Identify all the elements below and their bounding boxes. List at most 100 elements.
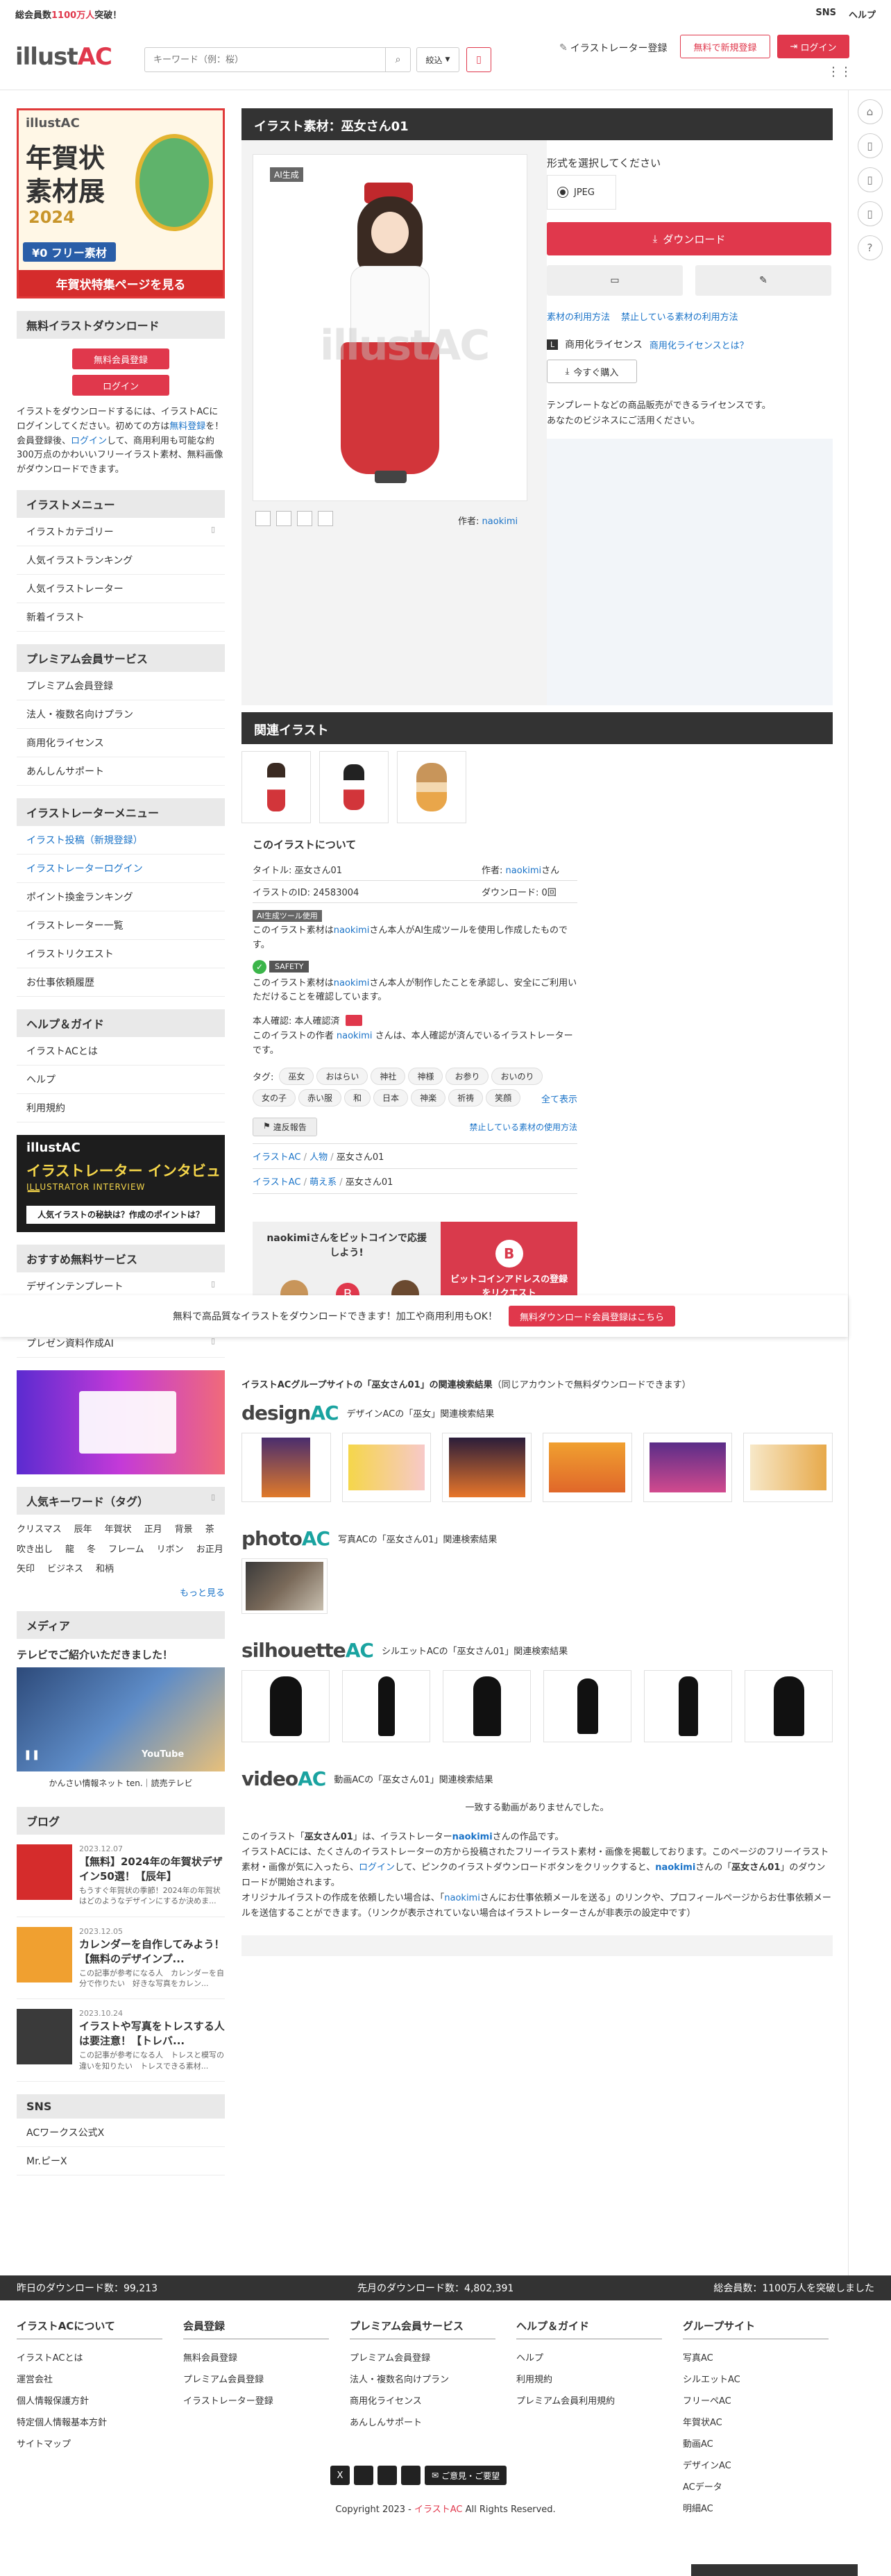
- youtube-icon[interactable]: YouTube: [142, 1749, 184, 1760]
- footer-link[interactable]: 利用規約: [516, 2368, 662, 2389]
- related-item[interactable]: [397, 751, 466, 823]
- edit-button[interactable]: ✎: [695, 265, 831, 296]
- sidebar-login-button[interactable]: ログイン: [72, 375, 169, 396]
- footer-link[interactable]: イラストACとは: [17, 2346, 162, 2368]
- promo-register-button[interactable]: 無料ダウンロード会員登録はこちら: [508, 1306, 675, 1327]
- tag-chip[interactable]: 女の子: [253, 1088, 296, 1106]
- silhouette-ac-logo[interactable]: silhouetteAC: [241, 1639, 374, 1662]
- footer-link[interactable]: 商用化ライセンス: [350, 2389, 495, 2411]
- sidebar-menu-item[interactable]: 新着イラスト: [17, 603, 225, 632]
- blog-item[interactable]: 2023.12.05 カレンダーを自作してみよう！【無料のデザインプ... この記事…: [17, 1917, 225, 2000]
- tag-chip[interactable]: 日本: [373, 1088, 409, 1106]
- footer-link[interactable]: ヘルプ: [516, 2346, 662, 2368]
- description-login-link[interactable]: ログイン: [359, 1862, 395, 1873]
- search-input[interactable]: [145, 48, 385, 71]
- instagram-icon[interactable]: [377, 2466, 397, 2485]
- silhouette-result[interactable]: [342, 1669, 430, 1742]
- format-jpeg-radio[interactable]: JPEG: [547, 175, 616, 210]
- interview-banner[interactable]: illustAC イラストレーター インタビュー ILLUSTRATOR INT…: [17, 1134, 225, 1232]
- footer-link[interactable]: シルエットAC: [683, 2368, 829, 2389]
- sidebar-creator-item[interactable]: イラスト投稿（新規登録）: [17, 826, 225, 855]
- related-item[interactable]: [319, 751, 389, 823]
- silhouette-result[interactable]: [443, 1669, 531, 1742]
- keyword-link[interactable]: クリスマス: [17, 1520, 62, 1540]
- design-result[interactable]: [241, 1432, 331, 1502]
- tag-chip[interactable]: 神楽: [411, 1088, 446, 1106]
- tag-chip[interactable]: お参り: [446, 1067, 489, 1085]
- footer-link[interactable]: 運営会社: [17, 2368, 162, 2389]
- sidebar-menu-item[interactable]: 人気イラストランキング: [17, 546, 225, 575]
- silhouette-result[interactable]: [241, 1669, 330, 1742]
- design-ac-logo[interactable]: designAC: [241, 1401, 339, 1424]
- login-button[interactable]: ⇥ ログイン: [777, 35, 849, 58]
- tag-chip[interactable]: 巫女: [279, 1067, 314, 1085]
- video-ac-logo[interactable]: videoAC: [241, 1767, 326, 1790]
- design-result[interactable]: [543, 1432, 632, 1502]
- tag-chip[interactable]: 神様: [408, 1067, 443, 1085]
- facebook-icon[interactable]: [354, 2466, 373, 2485]
- keyword-link[interactable]: 和柄: [96, 1560, 114, 1580]
- media-video-thumbnail[interactable]: ❚❚ YouTube: [17, 1667, 225, 1771]
- keyword-link[interactable]: フレーム: [108, 1540, 144, 1560]
- login-link[interactable]: ログイン: [71, 436, 107, 446]
- sidebar-sns-item[interactable]: Mr.ピーX: [17, 2147, 225, 2176]
- tag-chip[interactable]: 赤い服: [298, 1088, 342, 1106]
- design-result[interactable]: [643, 1432, 733, 1502]
- breadcrumb-link[interactable]: 人物: [309, 1152, 328, 1163]
- author-link[interactable]: naokimi: [482, 516, 518, 527]
- tag-chip[interactable]: 祈祷: [448, 1088, 484, 1106]
- tag-chip[interactable]: おいのり: [491, 1067, 543, 1085]
- footer-link[interactable]: あんしんサポート: [350, 2411, 495, 2432]
- footer-link[interactable]: 法人・複数名向けプラン: [350, 2368, 495, 2389]
- keyword-link[interactable]: 冬: [87, 1540, 96, 1560]
- report-button[interactable]: ⚑ 違反報告: [253, 1117, 317, 1136]
- free-register-link[interactable]: 無料登録: [169, 421, 205, 432]
- footer-link[interactable]: デザインAC: [683, 2454, 829, 2475]
- share-x-icon[interactable]: [255, 511, 271, 526]
- prohibited-usage-link-2[interactable]: 禁止している素材の使用方法: [469, 1121, 577, 1133]
- blog-item[interactable]: 2023.10.24 イラストや写真をトレスする人は要注意！【トレバ... この記事…: [17, 1999, 225, 2082]
- footer-link[interactable]: プレミアム会員登録: [183, 2368, 329, 2389]
- keyword-link[interactable]: ビジネス: [47, 1560, 83, 1580]
- tag-chip[interactable]: 神社: [371, 1067, 406, 1085]
- footer-link[interactable]: フリーペAC: [683, 2389, 829, 2411]
- design-result[interactable]: [341, 1432, 432, 1502]
- silhouette-result[interactable]: [745, 1669, 833, 1742]
- keyword-link[interactable]: 矢印: [17, 1560, 35, 1580]
- footer-link[interactable]: 年賀状AC: [683, 2411, 829, 2432]
- silhouette-result[interactable]: [543, 1669, 631, 1742]
- keyword-link[interactable]: 年賀状: [105, 1520, 132, 1540]
- breadcrumb-link[interactable]: イラストAC: [253, 1152, 300, 1163]
- sns-menu[interactable]: SNS: [815, 8, 836, 21]
- keyword-link[interactable]: 正月: [144, 1520, 162, 1540]
- footer-link[interactable]: サイトマップ: [17, 2432, 162, 2454]
- download-history-icon[interactable]: ▯: [857, 201, 883, 226]
- presentation-ai-banner[interactable]: [17, 1370, 225, 1474]
- breadcrumb-link[interactable]: 萌え系: [309, 1177, 337, 1188]
- help-icon[interactable]: ?: [857, 235, 883, 260]
- photo-ac-logo[interactable]: photoAC: [241, 1527, 330, 1550]
- sidebar-menu-item[interactable]: イラストカテゴリー ▯: [17, 518, 225, 546]
- footer-link[interactable]: 特定個人情報基本方針: [17, 2411, 162, 2432]
- sidebar-sns-item[interactable]: ACワークス公式X: [17, 2119, 225, 2148]
- design-result[interactable]: [743, 1432, 833, 1502]
- footer-link[interactable]: 動画AC: [683, 2432, 829, 2454]
- sidebar-premium-item[interactable]: 法人・複数名向けプラン: [17, 700, 225, 729]
- sidebar-premium-item[interactable]: プレミアム会員登録: [17, 672, 225, 700]
- blog-item[interactable]: 2023.12.07 【無料】2024年の年賀状デザイン50選！【辰年】 もうすぐ年…: [17, 1835, 225, 1917]
- creator-register-link[interactable]: ✎ イラストレーター登録: [559, 37, 667, 58]
- request-work-link[interactable]: naokimi: [444, 1893, 480, 1903]
- related-item[interactable]: [241, 751, 311, 823]
- search-button[interactable]: ⌕: [385, 48, 410, 71]
- opinion-button[interactable]: ✉ ご意見・ご要望: [425, 2466, 507, 2485]
- footer-link[interactable]: 無料会員登録: [183, 2346, 329, 2368]
- sidebar-creator-item[interactable]: イラストレーターログイン: [17, 855, 225, 883]
- prohibited-usage-link[interactable]: 禁止している素材の利用方法: [621, 310, 738, 323]
- download-button[interactable]: ⤓ ダウンロード: [547, 222, 831, 255]
- footer-link[interactable]: 個人情報保護方針: [17, 2389, 162, 2411]
- favorite-icon[interactable]: ▯: [857, 167, 883, 192]
- footer-link[interactable]: プレミアム会員登録: [350, 2346, 495, 2368]
- illust-preview[interactable]: AI生成 illustAC: [253, 154, 527, 501]
- sidebar-creator-item[interactable]: ポイント換金ランキング: [17, 883, 225, 911]
- keyword-link[interactable]: お正月: [196, 1540, 223, 1560]
